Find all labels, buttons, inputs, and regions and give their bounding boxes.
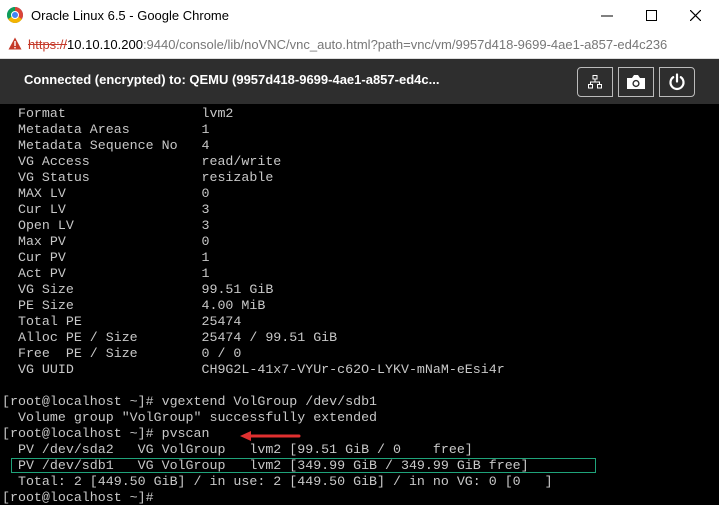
console-line: PE Size 4.00 MiB [2, 298, 266, 313]
console-line: Free PE / Size 0 / 0 [2, 346, 242, 361]
console-line: Metadata Sequence No 4 [2, 138, 210, 153]
network-icon [588, 75, 602, 89]
network-button[interactable] [577, 67, 613, 97]
minimize-icon [601, 15, 613, 16]
power-icon [669, 73, 685, 91]
console-line: [root@localhost ~]# [2, 490, 154, 505]
url-path: :9440/console/lib/noVNC/vnc_auto.html?pa… [142, 37, 668, 52]
security-warning-icon[interactable] [8, 37, 22, 50]
minimize-button[interactable] [585, 0, 629, 31]
console-line: Act PV 1 [2, 266, 210, 281]
console-line: [root@localhost ~]# vgextend VolGroup /d… [2, 394, 378, 409]
maximize-button[interactable] [629, 0, 673, 31]
console-line: PV /dev/sda2 VG VolGroup lvm2 [99.51 GiB… [2, 442, 473, 457]
console-line: Open LV 3 [2, 218, 210, 233]
close-button[interactable] [673, 0, 717, 31]
connection-status: Connected (encrypted) to: QEMU (9957d418… [24, 72, 440, 87]
console-line: Metadata Areas 1 [2, 122, 210, 137]
console-line: [root@localhost ~]# pvscan [2, 426, 210, 441]
console-line: VG Size 99.51 GiB [2, 282, 274, 297]
camera-icon [627, 75, 645, 89]
close-icon [689, 10, 701, 21]
power-button[interactable] [659, 67, 695, 97]
console-line: Max PV 0 [2, 234, 210, 249]
highlight-box [11, 458, 596, 473]
console-line: Format lvm2 [2, 106, 234, 121]
window-title-bar: Oracle Linux 6.5 - Google Chrome [0, 0, 719, 31]
console-line: Volume group "VolGroup" successfully ext… [2, 410, 378, 425]
vnc-console[interactable]: Format lvm2 Metadata Areas 1 Metadata Se… [0, 104, 719, 505]
url-host: 10.10.10.200 [67, 37, 143, 52]
console-line: Cur PV 1 [2, 250, 210, 265]
console-line: Total: 2 [449.50 GiB] / in use: 2 [449.5… [2, 474, 553, 489]
annotation-arrow-icon [240, 431, 301, 441]
maximize-icon [645, 10, 657, 21]
screenshot-button[interactable] [618, 67, 654, 97]
vnc-status-bar: Connected (encrypted) to: QEMU (9957d418… [0, 59, 719, 104]
chrome-icon [7, 7, 23, 23]
console-line: VG Access read/write [2, 154, 282, 169]
console-line: VG UUID CH9G2L-41x7-VYUr-c62O-LYKV-mNaM-… [2, 362, 505, 377]
console-line: Total PE 25474 [2, 314, 242, 329]
console-line: VG Status resizable [2, 170, 274, 185]
address-bar[interactable]: https://10.10.10.200:9440/console/lib/no… [0, 31, 719, 59]
url-text[interactable]: https://10.10.10.200:9440/console/lib/no… [28, 37, 667, 52]
console-line: Alloc PE / Size 25474 / 99.51 GiB [2, 330, 338, 345]
console-line: Cur LV 3 [2, 202, 210, 217]
console-line: MAX LV 0 [2, 186, 210, 201]
url-scheme: https:// [28, 37, 68, 52]
window-title: Oracle Linux 6.5 - Google Chrome [31, 8, 229, 23]
